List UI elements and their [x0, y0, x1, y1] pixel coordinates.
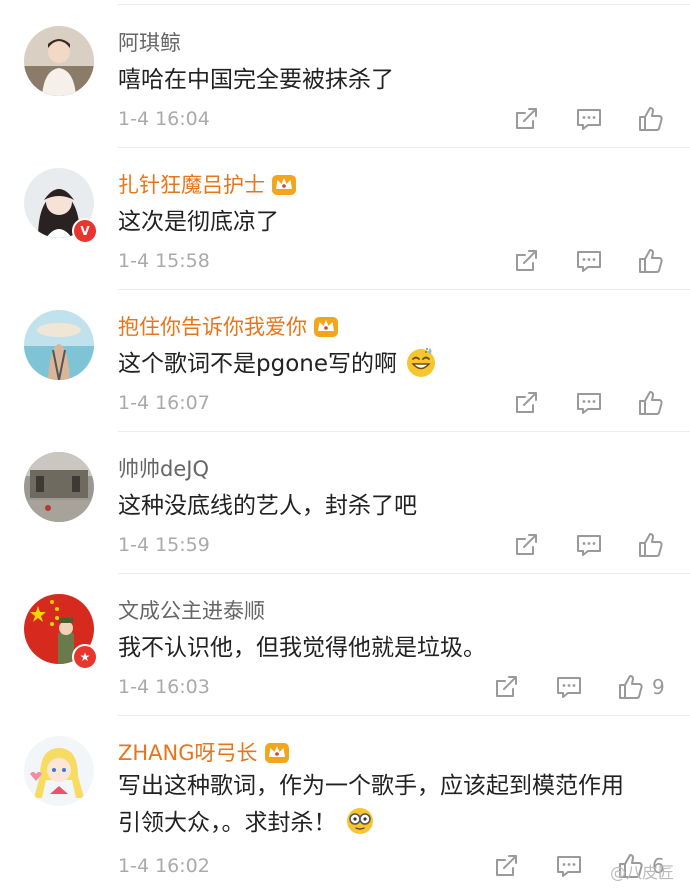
verified-badge: V	[72, 218, 98, 244]
username[interactable]: 阿琪鲸	[118, 26, 181, 60]
comment-text: 这次是彻底凉了	[118, 209, 279, 235]
username[interactable]: 帅帅deJQ	[118, 452, 209, 486]
comment-item: V 扎针狂魔吕护士 这次是彻底凉了 1-4 15:58	[0, 148, 690, 290]
comment-text: 我不认识他，但我觉得他就是垃圾。	[118, 635, 486, 661]
comment-icon[interactable]	[575, 247, 603, 275]
comment-item: 帅帅deJQ 这种没底线的艺人，封杀了吧 1-4 15:59	[0, 432, 690, 574]
avatar[interactable]	[24, 736, 94, 806]
crown-vip-icon	[313, 314, 339, 338]
avatar[interactable]	[24, 452, 94, 522]
username[interactable]: ZHANG呀弓长	[118, 736, 290, 770]
like-count: 9	[652, 675, 665, 699]
repost-icon[interactable]	[492, 673, 520, 701]
username[interactable]: 抱住你告诉你我爱你	[118, 310, 339, 344]
like-icon[interactable]	[637, 105, 665, 133]
comment-icon[interactable]	[575, 105, 603, 133]
sweat-smile-emoji-icon	[407, 347, 435, 377]
username[interactable]: 扎针狂魔吕护士	[118, 168, 297, 202]
comment-item: 阿琪鲸 嘻哈在中国完全要被抹杀了 1-4 16:04	[0, 6, 690, 148]
like-icon[interactable]	[637, 389, 665, 417]
timestamp: 1-4 16:03	[118, 676, 210, 698]
comment-text: 这种没底线的艺人，封杀了吧	[118, 493, 417, 519]
repost-icon[interactable]	[492, 852, 520, 880]
verified-badge: ★	[72, 644, 98, 670]
comment-text-line: 引领大众，。求封杀！	[118, 805, 678, 842]
watermark: @八皮匠	[609, 863, 674, 882]
comment-text-content: 引领大众，。求封杀！	[118, 810, 337, 836]
timestamp: 1-4 16:07	[118, 392, 210, 414]
comment-icon[interactable]	[575, 389, 603, 417]
comment-item: 抱住你告诉你我爱你 这个歌词不是pgone写的啊 1-4 16:07	[0, 290, 690, 432]
repost-icon[interactable]	[512, 247, 540, 275]
comment-item: ★ 文成公主进泰顺 我不认识他，但我觉得他就是垃圾。 1-4 16:03 9	[0, 574, 690, 716]
repost-icon[interactable]	[512, 105, 540, 133]
like-icon[interactable]	[617, 673, 645, 701]
top-divider	[118, 4, 690, 5]
timestamp: 1-4 16:02	[118, 855, 210, 877]
like-icon[interactable]	[637, 531, 665, 559]
repost-icon[interactable]	[512, 389, 540, 417]
comment-icon[interactable]	[575, 531, 603, 559]
crown-vip-icon	[271, 172, 297, 196]
username[interactable]: 文成公主进泰顺	[118, 594, 265, 628]
timestamp: 1-4 16:04	[118, 108, 210, 130]
like-icon[interactable]	[637, 247, 665, 275]
comment-text-line: 写出这种歌词，作为一个歌手，应该起到模范作用	[118, 773, 624, 799]
timestamp: 1-4 15:59	[118, 534, 210, 556]
comment-text-content: 这个歌词不是pgone写的啊	[118, 351, 397, 377]
timestamp: 1-4 15:58	[118, 250, 210, 272]
comment-icon[interactable]	[555, 852, 583, 880]
comment-item: ZHANG呀弓长 写出这种歌词，作为一个歌手，应该起到模范作用 引领大众，。求封…	[0, 716, 690, 891]
crown-vip-icon	[264, 740, 290, 764]
avatar[interactable]	[24, 310, 94, 380]
repost-icon[interactable]	[512, 531, 540, 559]
username-text[interactable]: 扎针狂魔吕护士	[118, 173, 265, 197]
avatar[interactable]	[24, 26, 94, 96]
comment-text: 这个歌词不是pgone写的啊	[118, 346, 678, 383]
comment-text: 写出这种歌词，作为一个歌手，应该起到模范作用 引领大众，。求封杀！	[118, 768, 678, 842]
username-text[interactable]: 抱住你告诉你我爱你	[118, 315, 307, 339]
comment-text: 嘻哈在中国完全要被抹杀了	[118, 67, 394, 93]
username-text[interactable]: ZHANG呀弓长	[118, 741, 258, 765]
glasses-emoji-icon	[346, 807, 373, 834]
comment-icon[interactable]	[555, 673, 583, 701]
